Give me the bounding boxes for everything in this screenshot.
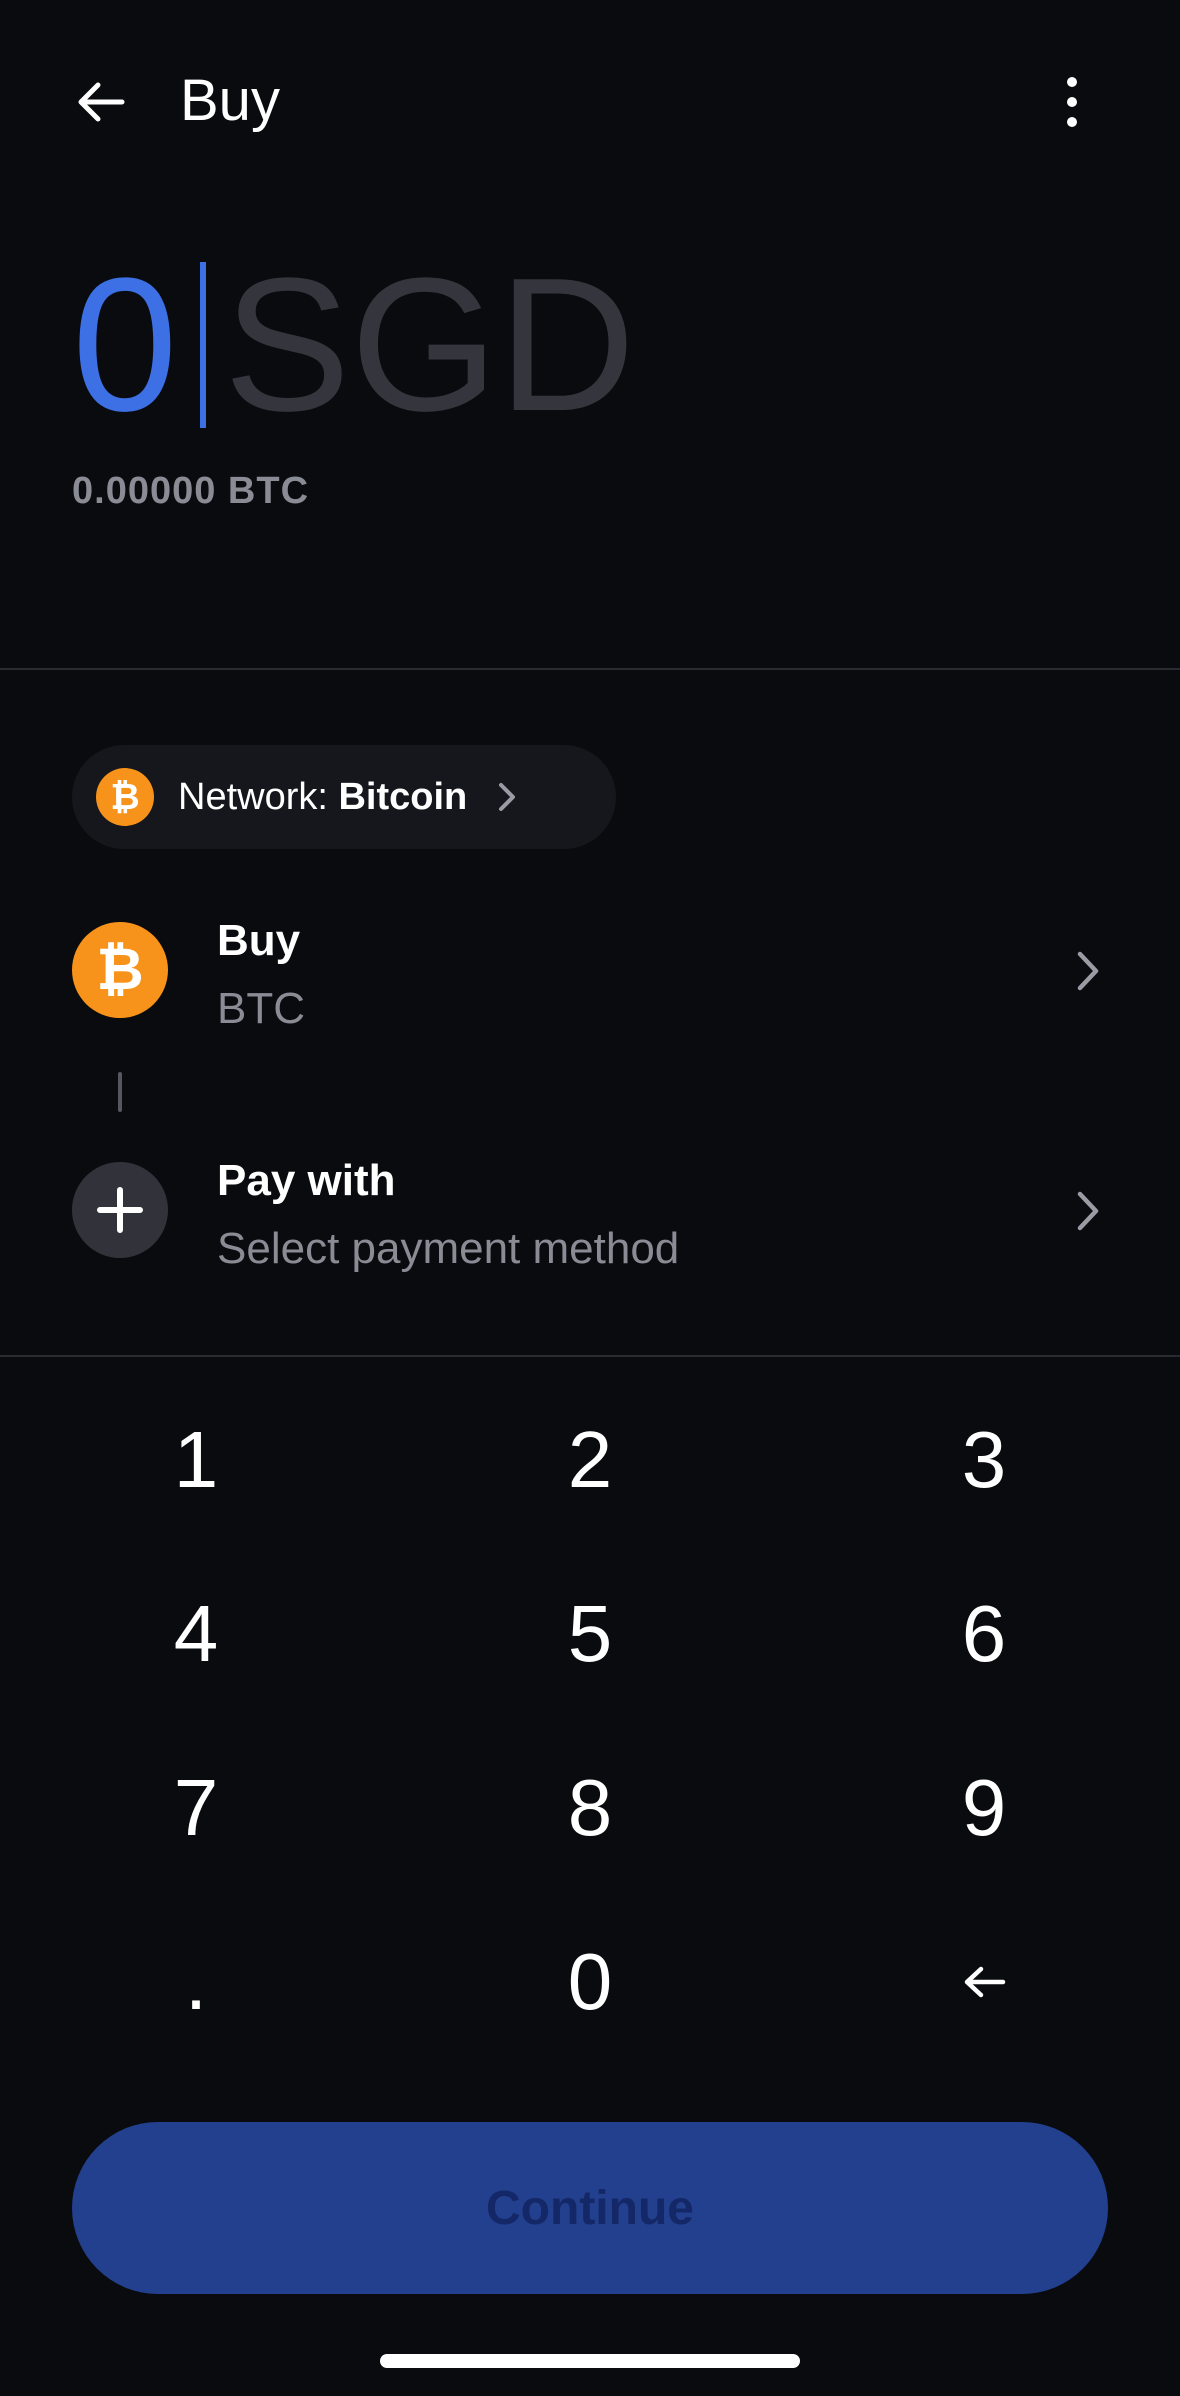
amount-currency: SGD bbox=[223, 239, 636, 451]
converted-amount: 0.00000 BTC bbox=[72, 470, 310, 512]
page-title: Buy bbox=[180, 68, 280, 133]
key-0[interactable]: 0 bbox=[440, 1902, 740, 2062]
amount-value: 0 bbox=[72, 239, 178, 451]
arrow-left-icon bbox=[78, 82, 125, 122]
pay-with-row[interactable]: Pay with Select payment method bbox=[72, 1146, 1108, 1276]
key-3[interactable]: 3 bbox=[834, 1380, 1134, 1540]
pay-row-subtitle: Select payment method bbox=[217, 1224, 680, 1273]
divider bbox=[0, 1355, 1180, 1357]
header: Buy bbox=[0, 0, 1180, 200]
key-2[interactable]: 2 bbox=[440, 1380, 740, 1540]
chevron-right-icon bbox=[499, 783, 516, 811]
numeric-keypad: 1 2 3 4 5 6 7 8 9 . 0 bbox=[0, 1380, 1180, 2080]
bitcoin-icon: ₿ bbox=[72, 922, 168, 1018]
backspace-icon bbox=[964, 1966, 1006, 1998]
more-options-button[interactable] bbox=[1050, 72, 1094, 132]
key-7[interactable]: 7 bbox=[46, 1728, 346, 1888]
pay-row-title: Pay with bbox=[217, 1156, 396, 1205]
buy-screen: Buy 0 SGD 0.00000 BTC ₿ Network: Bitcoin bbox=[0, 0, 1180, 2396]
chevron-right-icon bbox=[1077, 1191, 1099, 1231]
key-4[interactable]: 4 bbox=[46, 1554, 346, 1714]
text-caret bbox=[199, 262, 206, 428]
backspace-key[interactable] bbox=[834, 1902, 1134, 2062]
bitcoin-icon: ₿ bbox=[96, 768, 154, 826]
svg-text:₿: ₿ bbox=[110, 777, 139, 818]
buy-row-subtitle: BTC bbox=[217, 984, 305, 1033]
key-8[interactable]: 8 bbox=[440, 1728, 740, 1888]
chevron-right-icon bbox=[1077, 951, 1099, 991]
row-connector bbox=[118, 1072, 122, 1112]
key-6[interactable]: 6 bbox=[834, 1554, 1134, 1714]
buy-asset-row[interactable]: ₿ Buy BTC bbox=[72, 906, 1108, 1036]
key-5[interactable]: 5 bbox=[440, 1554, 740, 1714]
amount-input[interactable]: 0 SGD bbox=[72, 250, 635, 440]
buy-row-title: Buy bbox=[217, 916, 301, 965]
key-decimal[interactable]: . bbox=[46, 1902, 346, 2062]
key-9[interactable]: 9 bbox=[834, 1728, 1134, 1888]
divider bbox=[0, 668, 1180, 670]
network-selector[interactable]: ₿ Network: Bitcoin bbox=[72, 745, 616, 849]
back-button[interactable] bbox=[72, 72, 132, 132]
network-label: Network: Bitcoin bbox=[178, 775, 468, 818]
home-indicator[interactable] bbox=[380, 2354, 800, 2368]
svg-text:₿: ₿ bbox=[96, 935, 143, 1003]
plus-icon bbox=[72, 1162, 168, 1258]
network-value: Bitcoin bbox=[338, 775, 468, 818]
more-vertical-icon bbox=[1067, 77, 1077, 127]
continue-button[interactable]: Continue bbox=[72, 2122, 1108, 2294]
key-1[interactable]: 1 bbox=[46, 1380, 346, 1540]
